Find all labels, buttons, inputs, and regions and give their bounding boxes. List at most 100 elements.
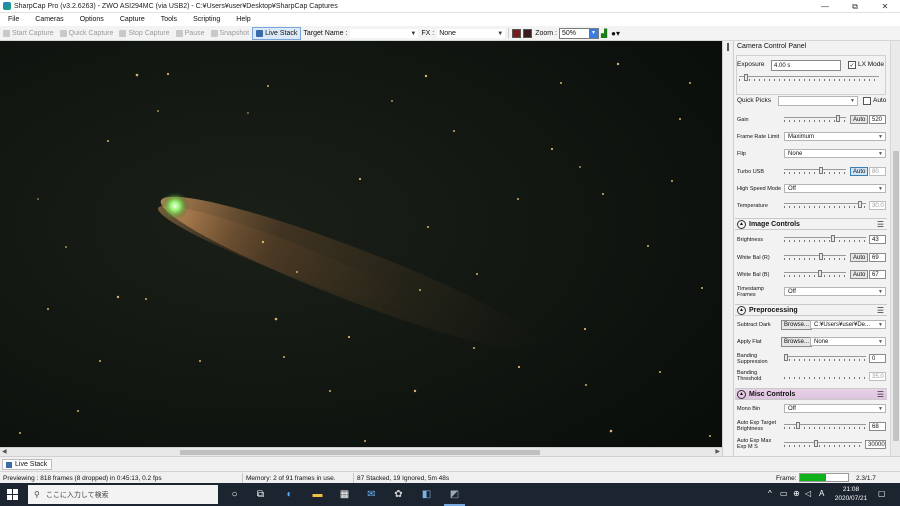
- collapse-icon[interactable]: ▲: [737, 219, 746, 229]
- wb-red-value[interactable]: 69: [869, 253, 886, 262]
- mono-bin-combo[interactable]: Off ▼: [784, 404, 886, 413]
- taskbar-clock[interactable]: 21:08 2020/07/21: [826, 485, 876, 503]
- apply-flat-browse-button[interactable]: Browse...: [781, 337, 813, 347]
- slider-knob[interactable]: [784, 354, 788, 361]
- scroll-thumb[interactable]: [893, 151, 899, 441]
- collapse-icon[interactable]: ▲: [737, 305, 746, 315]
- apply-flat-combo[interactable]: None ▼: [810, 337, 886, 346]
- auto-exp-max-slider[interactable]: [784, 440, 862, 448]
- color-swatch-2[interactable]: [523, 28, 533, 38]
- brightness-slider[interactable]: [784, 235, 866, 243]
- quick-capture-button[interactable]: Quick Capture: [57, 27, 117, 40]
- menu-options[interactable]: Options: [72, 16, 112, 23]
- horizontal-scrollbar[interactable]: ◀ ▶: [0, 447, 722, 456]
- stop-capture-button[interactable]: Stop Capture: [116, 27, 172, 40]
- subtract-dark-combo[interactable]: C:¥Users¥user¥De... ▼: [810, 320, 886, 329]
- exposure-slider[interactable]: [739, 74, 879, 82]
- task-view-icon[interactable]: ⧉: [253, 487, 268, 502]
- flip-combo[interactable]: None ▼: [784, 149, 886, 158]
- hamburger-menu-icon[interactable]: ☰: [877, 390, 884, 399]
- zoom-combo[interactable]: 50% ▼: [559, 27, 599, 39]
- color-swatch-1[interactable]: [512, 28, 522, 38]
- slider-knob[interactable]: [819, 253, 823, 260]
- slider-knob[interactable]: [744, 74, 748, 81]
- misc-controls-header[interactable]: ▲ Misc Controls ☰: [735, 388, 887, 400]
- target-name-combo[interactable]: ▼: [349, 27, 420, 39]
- histogram-icon[interactable]: ▟: [599, 29, 609, 38]
- sharpcap-taskbar-icon[interactable]: ◩: [444, 487, 465, 506]
- snapshot-button[interactable]: Snapshot: [208, 27, 253, 40]
- gain-value[interactable]: 520: [869, 115, 886, 124]
- close-button[interactable]: ✕: [870, 0, 900, 13]
- collapse-icon[interactable]: ▲: [737, 389, 746, 399]
- network-icon[interactable]: ⊕: [793, 489, 800, 498]
- minimize-button[interactable]: —: [810, 0, 840, 13]
- mail-icon[interactable]: ✉: [364, 487, 379, 502]
- menu-tools[interactable]: Tools: [153, 16, 185, 23]
- gain-slider[interactable]: [784, 115, 846, 123]
- file-explorer-icon[interactable]: ▬: [310, 487, 325, 502]
- auto-exp-target-value[interactable]: 68: [869, 422, 886, 431]
- timestamp-combo[interactable]: Off ▼: [784, 287, 886, 296]
- ime-indicator[interactable]: A: [819, 489, 824, 498]
- menu-scripting[interactable]: Scripting: [185, 16, 228, 23]
- pause-button[interactable]: Pause: [173, 27, 208, 40]
- scroll-thumb[interactable]: [180, 450, 540, 455]
- quick-picks-auto-checkbox[interactable]: [863, 97, 871, 105]
- start-capture-button[interactable]: Start Capture: [0, 27, 57, 40]
- banding-suppression-value[interactable]: 0: [869, 354, 886, 363]
- panel-vertical-scrollbar[interactable]: [890, 41, 900, 456]
- cortana-icon[interactable]: ○: [227, 487, 242, 502]
- brightness-value[interactable]: 43: [869, 235, 886, 244]
- auto-exp-max-value[interactable]: 30000: [865, 440, 886, 449]
- notes-app-icon[interactable]: ◧: [419, 487, 434, 502]
- turbo-usb-slider[interactable]: [784, 167, 846, 175]
- auto-exp-target-slider[interactable]: [784, 422, 866, 430]
- frame-rate-combo[interactable]: Maximum ▼: [784, 132, 886, 141]
- edge-browser-icon[interactable]: ◐: [282, 487, 297, 502]
- scroll-left-icon[interactable]: ◀: [2, 448, 7, 455]
- store-icon[interactable]: ▦: [337, 487, 352, 502]
- maximize-button[interactable]: ⧉: [840, 0, 870, 13]
- menu-file[interactable]: File: [0, 16, 27, 23]
- wb-blue-auto-button[interactable]: Auto: [850, 270, 869, 279]
- zoom-tool-icon[interactable]: ●▾: [609, 29, 622, 38]
- turbo-usb-auto-button[interactable]: Auto: [850, 167, 869, 176]
- high-speed-combo[interactable]: Off ▼: [784, 184, 886, 193]
- lx-mode-checkbox[interactable]: ✓: [848, 61, 856, 69]
- slider-knob[interactable]: [819, 167, 823, 174]
- battery-icon[interactable]: ▭: [780, 489, 788, 498]
- wb-blue-value[interactable]: 67: [869, 270, 886, 279]
- wb-blue-slider[interactable]: [784, 270, 846, 278]
- wb-red-auto-button[interactable]: Auto: [850, 253, 869, 262]
- scroll-right-icon[interactable]: ▶: [715, 448, 720, 455]
- slider-knob[interactable]: [836, 115, 840, 122]
- turbo-usb-value[interactable]: 80: [869, 167, 886, 176]
- slider-knob[interactable]: [796, 422, 800, 429]
- preprocessing-header[interactable]: ▲ Preprocessing ☰: [735, 304, 887, 316]
- camera-app-icon[interactable]: ✿: [391, 487, 406, 502]
- hamburger-menu-icon[interactable]: ☰: [877, 220, 884, 229]
- volume-icon[interactable]: ◁: [805, 489, 811, 498]
- slider-knob[interactable]: [831, 235, 835, 242]
- fx-combo[interactable]: None ▼: [436, 27, 507, 39]
- hamburger-menu-icon[interactable]: ☰: [877, 306, 884, 315]
- slider-knob[interactable]: [814, 440, 818, 447]
- menu-cameras[interactable]: Cameras: [27, 16, 71, 23]
- gain-auto-button[interactable]: Auto: [850, 115, 869, 124]
- menu-help[interactable]: Help: [228, 16, 258, 23]
- notifications-icon[interactable]: ▢: [878, 489, 886, 498]
- taskbar-search-box[interactable]: ⚲ ここに入力して検索: [28, 485, 218, 504]
- panel-splitter[interactable]: [722, 41, 734, 456]
- chevron-down-icon[interactable]: ▼: [589, 28, 598, 38]
- image-viewer[interactable]: [0, 41, 722, 447]
- wb-red-slider[interactable]: [784, 253, 846, 261]
- slider-knob[interactable]: [818, 270, 822, 277]
- windows-start-icon[interactable]: [7, 489, 18, 500]
- tray-chevron-up-icon[interactable]: ^: [768, 489, 772, 498]
- subtract-dark-browse-button[interactable]: Browse...: [781, 320, 813, 330]
- image-controls-header[interactable]: ▲ Image Controls ☰: [735, 218, 887, 230]
- live-stack-tab[interactable]: Live Stack: [2, 459, 53, 470]
- banding-suppression-slider[interactable]: [784, 354, 866, 362]
- menu-capture[interactable]: Capture: [112, 16, 153, 23]
